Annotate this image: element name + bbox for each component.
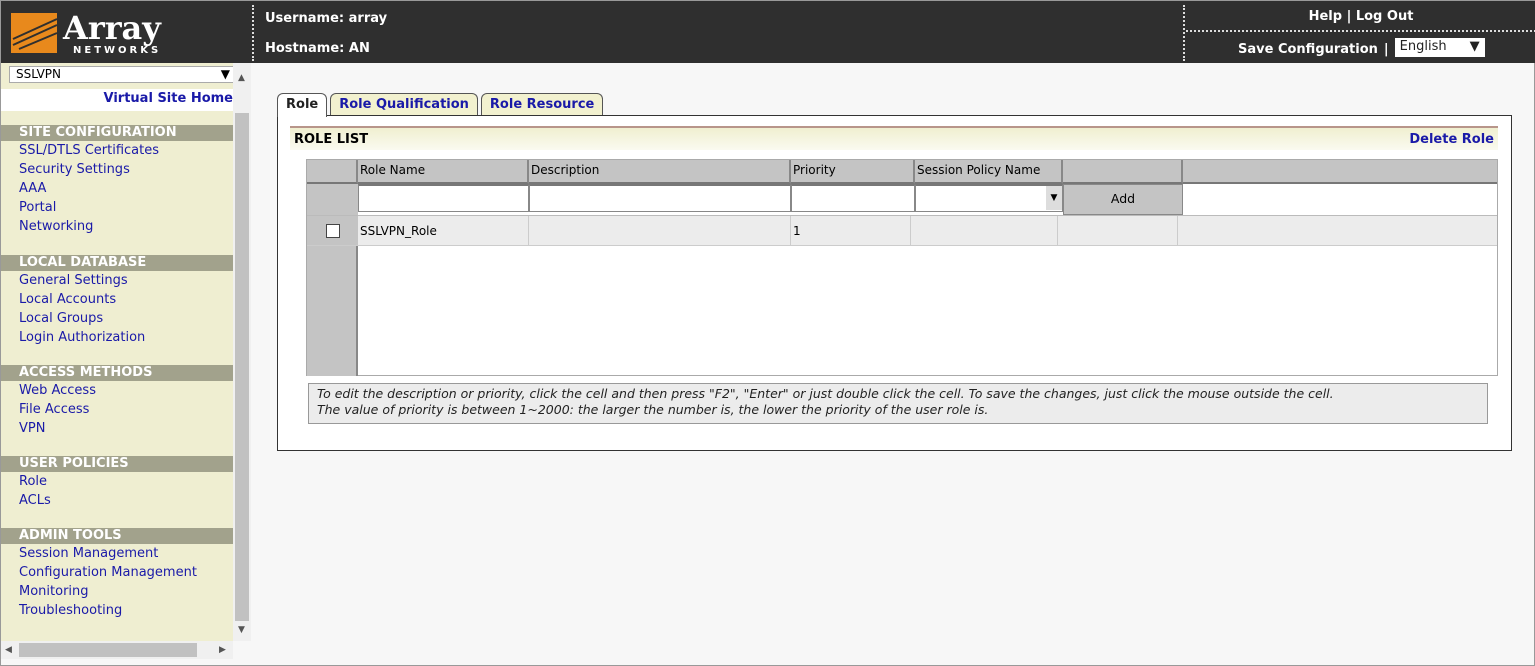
sidebar-item-monitoring[interactable]: Monitoring — [1, 582, 233, 601]
column-header-priority[interactable]: Priority — [791, 160, 915, 184]
tab-bar: Role Role Qualification Role Resource — [277, 93, 604, 117]
sidebar-item-local-accounts[interactable]: Local Accounts — [1, 290, 233, 309]
virtual-site-home-link[interactable]: Virtual Site Home — [104, 91, 233, 106]
row-checkbox[interactable] — [325, 223, 340, 238]
scroll-left-icon[interactable]: ◀ — [5, 645, 12, 655]
column-header-description[interactable]: Description — [529, 160, 791, 184]
sidebar-section: ADMIN TOOLS Session Management Configurati… — [1, 528, 233, 620]
header-selector — [307, 160, 358, 184]
cell-role-name[interactable]: SSLVPN_Role — [358, 216, 529, 245]
sidebar-item-aaa[interactable]: AAA — [1, 179, 233, 198]
logout-link[interactable]: Log Out — [1356, 9, 1414, 24]
cell-priority[interactable]: 1 — [791, 216, 911, 245]
sidebar-section-title: SITE CONFIGURATION — [1, 125, 233, 141]
logo-icon: Array NETWORKS — [11, 9, 162, 56]
site-select[interactable]: SSLVPN ▼ — [9, 66, 237, 83]
table-row[interactable]: SSLVPN_Role 1 — [307, 215, 1497, 246]
scrollbar-thumb[interactable] — [19, 643, 197, 657]
cell-description[interactable] — [529, 216, 791, 245]
sidebar-section-title: ACCESS METHODS — [1, 365, 233, 381]
sidebar-item-portal[interactable]: Portal — [1, 198, 233, 217]
language-value: English — [1399, 39, 1447, 54]
language-select[interactable]: English ▼ — [1394, 38, 1485, 57]
sidebar-section: LOCAL DATABASE General Settings Local Acco… — [1, 255, 233, 347]
sidebar-item-networking[interactable]: Networking — [1, 217, 233, 236]
column-header-session-policy[interactable]: Session Policy Name — [915, 160, 1063, 184]
role-list-header: ROLE LIST Delete Role — [290, 126, 1498, 150]
sidebar-item-local-groups[interactable]: Local Groups — [1, 309, 233, 328]
priority-input[interactable] — [791, 184, 915, 212]
sidebar-item-session-management[interactable]: Session Management — [1, 544, 233, 563]
scroll-right-icon[interactable]: ▶ — [219, 645, 226, 655]
svg-text:Array: Array — [62, 9, 162, 47]
sidebar-item-security-settings[interactable]: Security Settings — [1, 160, 233, 179]
scroll-up-icon[interactable]: ▲ — [238, 73, 245, 83]
sidebar-section-title: USER POLICIES — [1, 456, 233, 472]
top-links: Help | Log Out — [1186, 1, 1535, 32]
hostname-label: Hostname: AN — [265, 41, 370, 56]
sidebar-item-general-settings[interactable]: General Settings — [1, 271, 233, 290]
svg-text:NETWORKS: NETWORKS — [73, 45, 161, 56]
role-list-title: ROLE LIST — [294, 132, 369, 147]
description-input[interactable] — [529, 184, 791, 212]
chevron-down-icon: ▼ — [1046, 186, 1062, 210]
cell-session-policy[interactable] — [911, 216, 1058, 245]
site-select-value: SSLVPN — [16, 67, 62, 81]
tab-role-resource[interactable]: Role Resource — [480, 93, 604, 116]
top-header: Array NETWORKS Username: array Hostname:… — [1, 1, 1535, 63]
divider — [1183, 5, 1185, 61]
help-note: To edit the description or priority, cli… — [308, 383, 1488, 424]
sidebar-section: SITE CONFIGURATION SSL/DTLS Certificates S… — [1, 125, 233, 236]
help-link[interactable]: Help — [1309, 9, 1342, 24]
chevron-down-icon: ▼ — [220, 67, 230, 81]
sidebar-item-configuration-management[interactable]: Configuration Management — [1, 563, 233, 582]
save-configuration-link[interactable]: Save Configuration — [1238, 42, 1378, 57]
sidebar-item-troubleshooting[interactable]: Troubleshooting — [1, 601, 233, 620]
role-panel: ROLE LIST Delete Role Role Name Descript… — [277, 115, 1512, 451]
sidebar-section-title: ADMIN TOOLS — [1, 528, 233, 544]
note-line: The value of priority is between 1~2000:… — [317, 402, 989, 417]
role-table: Role Name Description Priority Session P… — [306, 159, 1498, 376]
column-header-action — [1063, 160, 1183, 184]
row-selector — [307, 184, 358, 215]
scroll-down-icon[interactable]: ▼ — [238, 625, 245, 635]
column-header-role-name[interactable]: Role Name — [358, 160, 529, 184]
sidebar-item-vpn[interactable]: VPN — [1, 419, 233, 438]
session-policy-select[interactable]: ▼ — [915, 184, 1063, 212]
sidebar-section: ACCESS METHODS Web Access File Access VPN — [1, 365, 233, 438]
sidebar-item-web-access[interactable]: Web Access — [1, 381, 233, 400]
sidebar-item-role[interactable]: Role — [1, 472, 233, 491]
sidebar-item-login-authorization[interactable]: Login Authorization — [1, 328, 233, 347]
divider — [252, 5, 254, 61]
scrollbar-thumb[interactable] — [235, 113, 249, 621]
sidebar-section-title: LOCAL DATABASE — [1, 255, 233, 271]
column-header-filler — [1183, 160, 1497, 184]
array-networks-logo: Array NETWORKS — [11, 9, 181, 57]
sidebar-item-acls[interactable]: ACLs — [1, 491, 233, 510]
sidebar-item-file-access[interactable]: File Access — [1, 400, 233, 419]
delete-role-link[interactable]: Delete Role — [1409, 132, 1494, 147]
sidebar-item-ssl-dtls-certificates[interactable]: SSL/DTLS Certificates — [1, 141, 233, 160]
config-bar: Save Configuration | English ▼ — [1238, 38, 1485, 57]
chevron-down-icon: ▼ — [1469, 39, 1480, 54]
role-name-input[interactable] — [358, 184, 529, 212]
sidebar: SSLVPN ▼ Virtual Site Home SITE CONFIGURA… — [1, 63, 237, 641]
separator: | — [1346, 9, 1352, 24]
row-selector — [307, 246, 358, 376]
separator: | — [1383, 41, 1389, 57]
sidebar-section: USER POLICIES Role ACLs — [1, 456, 233, 510]
note-line: To edit the description or priority, cli… — [317, 386, 1334, 401]
tab-role-qualification[interactable]: Role Qualification — [330, 93, 478, 116]
username-label: Username: array — [265, 11, 388, 26]
tab-role[interactable]: Role — [277, 93, 328, 117]
add-button[interactable]: Add — [1063, 184, 1183, 215]
